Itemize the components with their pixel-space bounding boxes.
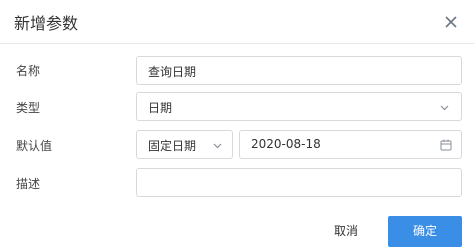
cancel-button[interactable]: 取消 bbox=[312, 216, 380, 247]
add-parameter-dialog: 新增参数 名称 查询日期 类型 日期 默认值 固定日期 2020-08-18 描… bbox=[0, 0, 474, 251]
calendar-icon[interactable] bbox=[440, 139, 452, 151]
default-value-label: 默认值 bbox=[16, 139, 53, 153]
default-date-picker[interactable]: 2020-08-18 bbox=[239, 130, 462, 159]
chevron-down-icon bbox=[440, 105, 449, 111]
type-select[interactable]: 日期 bbox=[136, 92, 462, 121]
default-mode-select[interactable]: 固定日期 bbox=[136, 130, 233, 159]
dialog-title: 新增参数 bbox=[14, 14, 79, 33]
dialog-header: 新增参数 bbox=[0, 0, 474, 44]
description-label: 描述 bbox=[16, 177, 41, 191]
type-label: 类型 bbox=[16, 101, 41, 115]
name-input-value: 查询日期 bbox=[148, 65, 197, 79]
name-input[interactable]: 查询日期 bbox=[136, 56, 462, 85]
name-label: 名称 bbox=[16, 64, 41, 78]
confirm-button[interactable]: 确定 bbox=[388, 216, 462, 247]
chevron-down-icon bbox=[213, 143, 222, 149]
type-select-value: 日期 bbox=[148, 101, 173, 115]
description-input[interactable] bbox=[136, 168, 462, 197]
default-date-value: 2020-08-18 bbox=[251, 137, 321, 151]
default-mode-value: 固定日期 bbox=[148, 139, 197, 153]
close-icon[interactable] bbox=[442, 13, 460, 31]
